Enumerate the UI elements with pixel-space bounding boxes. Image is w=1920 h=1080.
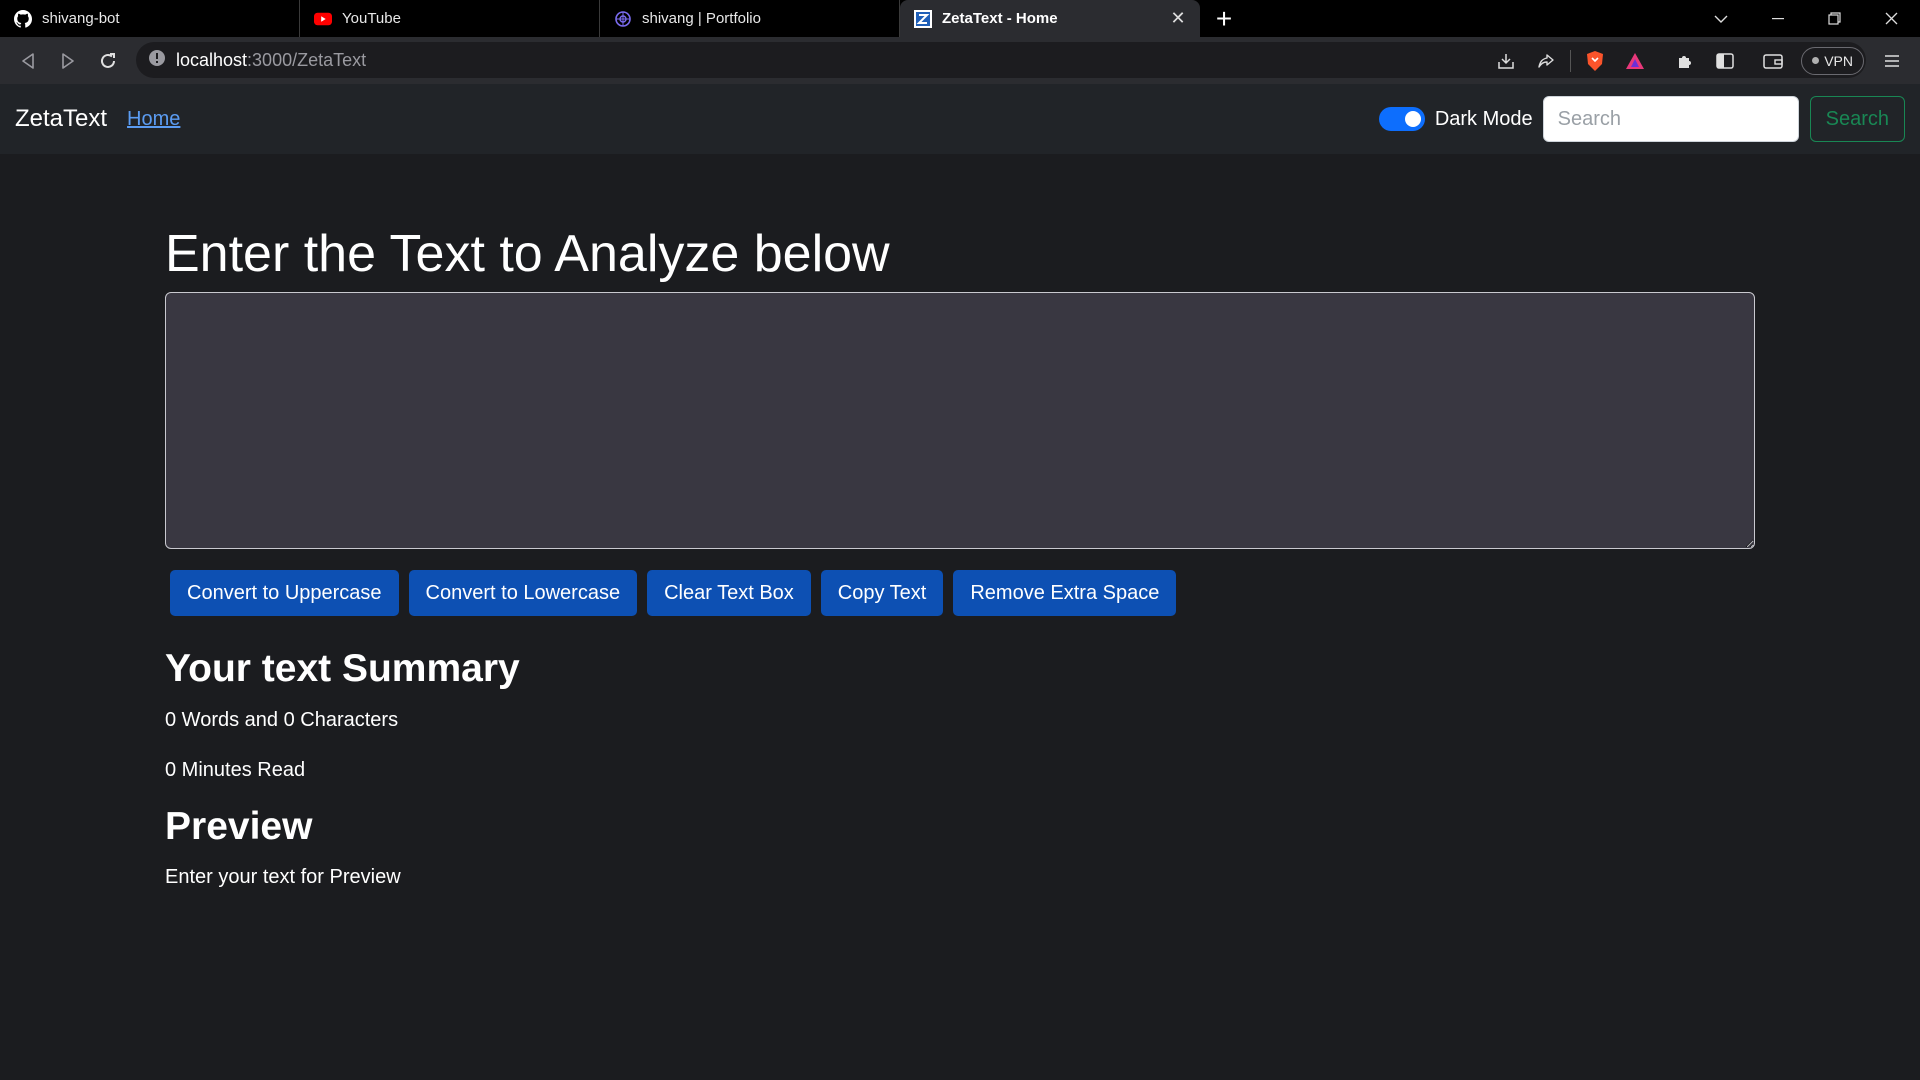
search-input[interactable] xyxy=(1542,96,1799,142)
youtube-icon xyxy=(314,10,332,28)
tab-title: YouTube xyxy=(342,10,401,27)
text-input-area[interactable] xyxy=(165,292,1755,549)
navbar-right: Dark Mode Search xyxy=(1378,96,1905,142)
vpn-button[interactable]: VPN xyxy=(1801,46,1864,75)
brand-logo-text[interactable]: ZetaText xyxy=(15,105,107,133)
app-navbar: ZetaText Home Dark Mode Search xyxy=(0,84,1920,154)
install-icon[interactable] xyxy=(1486,41,1526,81)
toolbar-separator xyxy=(1570,49,1572,72)
vpn-status-icon xyxy=(1812,57,1820,64)
convert-uppercase-button[interactable]: Convert to Uppercase xyxy=(170,570,399,616)
tab-portfolio[interactable]: shivang | Portfolio xyxy=(600,0,900,37)
search-button[interactable]: Search xyxy=(1809,96,1905,142)
tab-list-chevron-icon[interactable] xyxy=(1692,0,1749,37)
brave-rewards-icon[interactable] xyxy=(1615,41,1655,81)
close-window-button[interactable] xyxy=(1863,0,1920,37)
url-path: :3000/ZetaText xyxy=(247,49,367,70)
clear-text-button[interactable]: Clear Text Box xyxy=(647,570,811,616)
browser-tab-bar: shivang-bot YouTube shivang | Portfolio … xyxy=(0,0,1920,37)
tab-github[interactable]: shivang-bot xyxy=(0,0,300,37)
preview-text: Enter your text for Preview xyxy=(165,866,401,888)
tab-title: shivang-bot xyxy=(42,10,120,27)
brave-shields-icon[interactable] xyxy=(1575,41,1615,81)
wallet-icon[interactable] xyxy=(1753,41,1793,81)
browser-toolbar: localhost:3000/ZetaText VPN xyxy=(0,37,1920,84)
dark-mode-toggle[interactable] xyxy=(1378,107,1425,131)
github-icon xyxy=(14,9,32,28)
nav-home-link[interactable]: Home xyxy=(127,108,180,131)
preview-title: Preview xyxy=(165,805,313,848)
share-icon[interactable] xyxy=(1526,41,1566,81)
zetatext-icon xyxy=(914,9,932,28)
portfolio-icon xyxy=(614,10,632,28)
tab-zetatext[interactable]: ZetaText - Home ✕ xyxy=(900,0,1200,37)
word-char-count: 0 Words and 0 Characters xyxy=(165,709,399,731)
tab-youtube[interactable]: YouTube xyxy=(300,0,600,37)
tab-title: ZetaText - Home xyxy=(942,10,1058,27)
minimize-button[interactable] xyxy=(1749,0,1806,37)
url-host: localhost xyxy=(176,49,248,70)
vpn-label: VPN xyxy=(1824,52,1853,69)
page-heading: Enter the Text to Analyze below xyxy=(165,225,890,283)
toggle-knob xyxy=(1404,111,1421,127)
sidebar-icon[interactable] xyxy=(1705,41,1745,81)
action-buttons: Convert to Uppercase Convert to Lowercas… xyxy=(170,570,1186,616)
site-info-icon[interactable] xyxy=(148,49,166,72)
toolbar-actions: VPN xyxy=(1486,37,1920,84)
dark-mode-label: Dark Mode xyxy=(1434,107,1533,130)
forward-button[interactable] xyxy=(48,41,88,81)
tab-title: shivang | Portfolio xyxy=(642,10,761,27)
menu-icon[interactable] xyxy=(1872,41,1912,81)
copy-text-button[interactable]: Copy Text xyxy=(820,570,944,616)
summary-title: Your text Summary xyxy=(165,647,520,690)
remove-extra-space-button[interactable]: Remove Extra Space xyxy=(953,570,1177,616)
minutes-read: 0 Minutes Read xyxy=(165,759,306,781)
back-button[interactable] xyxy=(8,41,48,81)
window-controls xyxy=(1692,0,1920,37)
extensions-icon[interactable] xyxy=(1665,41,1705,81)
close-icon[interactable]: ✕ xyxy=(1168,8,1188,29)
reload-button[interactable] xyxy=(88,41,128,81)
new-tab-button[interactable]: + xyxy=(1200,0,1248,37)
restore-button[interactable] xyxy=(1806,0,1863,37)
convert-lowercase-button[interactable]: Convert to Lowercase xyxy=(408,570,638,616)
